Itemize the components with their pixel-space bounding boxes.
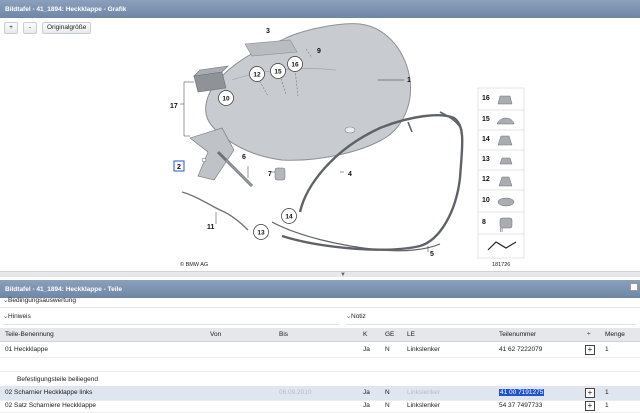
table-row-selected[interactable]: 02 Scharnier Heckklappe links 06.09.2010… <box>0 386 640 401</box>
cell-part-number[interactable]: 41 00 7191275 <box>499 389 545 396</box>
col-k[interactable]: K <box>363 331 367 338</box>
callout-label: 4 <box>348 171 352 178</box>
copyright-label: © BMW AG <box>180 261 208 268</box>
callout-label: 6 <box>242 154 246 161</box>
parts-table-header: Teile-Benennung Von Bis K GE LE Teilenum… <box>0 328 640 342</box>
add-to-cart-button[interactable]: + <box>585 401 595 411</box>
callout-label: 2 <box>177 164 181 171</box>
tailgate-panel <box>205 23 412 161</box>
legend-number: 12 <box>482 176 490 183</box>
image-number: 181726 <box>492 262 510 268</box>
col-name[interactable]: Teile-Benennung <box>5 331 54 338</box>
col-to[interactable]: Bis <box>279 331 288 338</box>
legend-number: 13 <box>482 156 490 163</box>
cell-k: Ja <box>363 389 370 396</box>
notes-label: Notiz <box>351 313 366 320</box>
hints-label: Hinweis <box>8 313 31 320</box>
cell-k: Ja <box>363 402 370 409</box>
hints-section[interactable]: ⌄Hinweis <box>0 312 340 324</box>
cell-name: 02 Scharnier Heckklappe links <box>5 389 93 396</box>
chevron-down-icon: ⌄ <box>3 313 9 320</box>
table-row[interactable]: 02 Satz Scharniere Heckklappe Ja N Links… <box>0 400 640 413</box>
cell-note: Befestigungsteile beiliegend <box>17 376 98 383</box>
callout-label: 11 <box>207 224 215 231</box>
parts-diagram[interactable]: 1 2 3 4 5 6 7 9 11 17 10 12 15 16 14 13 … <box>0 18 640 272</box>
cell-part-number[interactable]: 54 37 7497733 <box>499 402 542 409</box>
cell-quantity: 1 <box>605 389 609 396</box>
col-sort[interactable]: ÷ <box>587 331 591 338</box>
cell-name: 01 Heckklappe <box>5 346 48 353</box>
panel-splitter[interactable]: ▼ <box>0 271 640 278</box>
add-to-cart-button[interactable]: + <box>585 345 595 355</box>
callout-label: 16 <box>291 62 299 69</box>
cell-le: Linkslenker <box>407 346 440 353</box>
callout-label: 17 <box>170 103 178 110</box>
divider <box>346 324 636 325</box>
collapse-arrow-icon[interactable]: ▼ <box>340 272 346 278</box>
legend-mark: II <box>500 228 503 234</box>
cell-le: Linkslenker <box>407 389 440 396</box>
cell-ge: N <box>385 389 390 396</box>
cell-part-number[interactable]: 41 62 7222079 <box>499 346 542 353</box>
col-from[interactable]: Von <box>210 331 221 338</box>
legend-number: 16 <box>482 95 490 102</box>
callout-label: 12 <box>253 72 261 79</box>
cell-quantity: 1 <box>605 402 609 409</box>
callout-label: 9 <box>317 48 321 55</box>
callout-label: 3 <box>266 28 270 35</box>
cell-k: Ja <box>363 346 370 353</box>
callout-label: 10 <box>222 96 230 103</box>
cell-le: Linkslenker <box>407 402 440 409</box>
cell-ge: N <box>385 402 390 409</box>
chevron-down-icon: ⌄ <box>3 297 9 304</box>
legend-number: 8 <box>482 219 486 226</box>
cell-quantity: 1 <box>605 346 609 353</box>
callout-label: 13 <box>257 230 265 237</box>
cell-to: 06.09.2010 <box>279 389 312 396</box>
table-row[interactable]: 01 Heckklappe Ja N Linkslenker 41 62 722… <box>0 343 640 358</box>
notes-section[interactable]: ⌄Notiz <box>343 312 640 324</box>
col-le[interactable]: LE <box>407 331 415 338</box>
conditions-section[interactable]: ⌄Bedingungsauswertung <box>0 296 640 308</box>
legend-number: 15 <box>482 116 490 123</box>
callout-label: 5 <box>430 251 434 258</box>
legend-number: 10 <box>482 197 490 204</box>
col-ge[interactable]: GE <box>385 331 394 338</box>
legend-number: 14 <box>482 136 490 143</box>
callout-label: 15 <box>274 69 282 76</box>
callout-label: 7 <box>268 171 272 178</box>
conditions-label: Bedingungsauswertung <box>8 297 76 304</box>
cell-name: 02 Satz Scharniere Heckklappe <box>5 402 97 409</box>
graphic-window-title: Bildtafel - 41_1894: Heckklappe - Grafik <box>0 0 640 18</box>
window-restore-icon[interactable] <box>630 283 638 291</box>
callout-label: 14 <box>285 214 293 221</box>
callout-label: 1 <box>407 77 411 84</box>
table-row-spacer <box>0 358 640 372</box>
cell-ge: N <box>385 346 390 353</box>
chevron-down-icon: ⌄ <box>346 313 352 320</box>
col-quantity[interactable]: Menge <box>605 331 625 338</box>
col-part-number[interactable]: Teilenummer <box>499 331 536 338</box>
divider <box>3 324 339 325</box>
add-to-cart-button[interactable]: + <box>585 388 595 398</box>
